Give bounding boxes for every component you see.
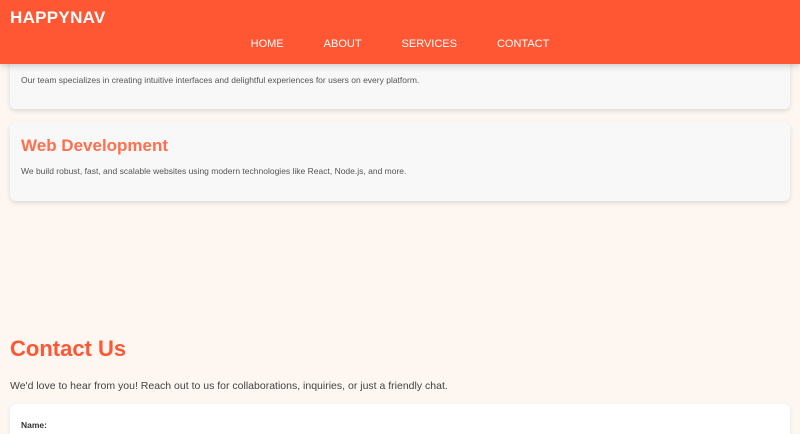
service-card-web-development: Web Development We build robust, fast, a… bbox=[10, 122, 790, 201]
service-card-text: Our team specializes in creating intuiti… bbox=[21, 75, 420, 85]
name-field-label: Name: bbox=[21, 420, 47, 430]
contact-form: Name: bbox=[10, 404, 790, 434]
nav-link-contact[interactable]: CONTACT bbox=[477, 38, 569, 50]
nav-link-home[interactable]: HOME bbox=[231, 38, 304, 50]
nav-link-about[interactable]: ABOUT bbox=[304, 38, 382, 50]
contact-description: We'd love to hear from you! Reach out to… bbox=[10, 380, 448, 392]
site-header: HAPPYNAV HOME ABOUT SERVICES CONTACT bbox=[0, 0, 800, 64]
service-card-text: We build robust, fast, and scalable webs… bbox=[21, 166, 407, 176]
nav-link-services[interactable]: SERVICES bbox=[382, 38, 477, 50]
service-card-title: Web Development bbox=[21, 136, 169, 155]
contact-title: Contact Us bbox=[10, 336, 127, 361]
brand-logo[interactable]: HAPPYNAV bbox=[10, 8, 106, 28]
main-nav: HOME ABOUT SERVICES CONTACT bbox=[0, 38, 800, 50]
page: Our team specializes in creating intuiti… bbox=[0, 0, 800, 434]
